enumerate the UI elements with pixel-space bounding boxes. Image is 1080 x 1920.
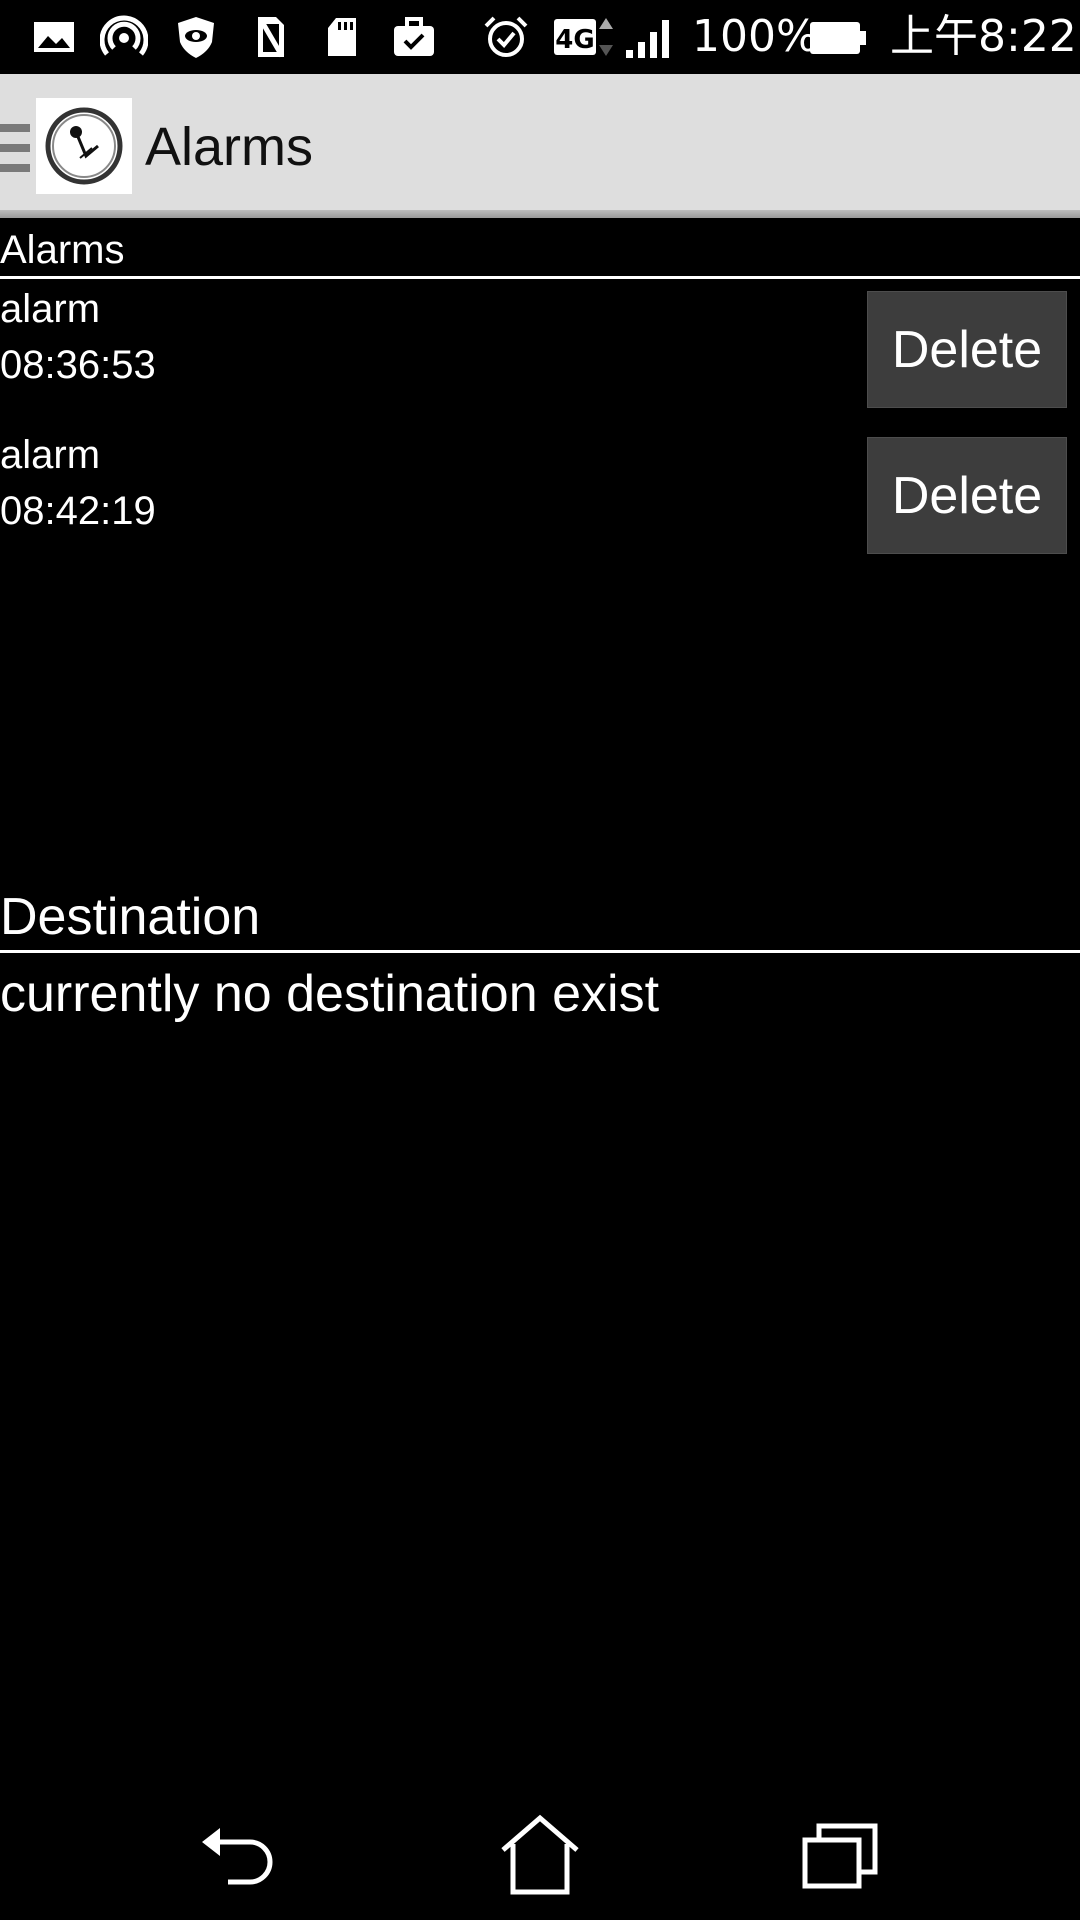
delete-alarm-button[interactable]: Delete [867, 291, 1067, 408]
action-bar-shadow [0, 210, 1080, 218]
alarm-list-item: alarm 08:42:19 Delete [0, 429, 1080, 554]
destination-divider [0, 950, 1080, 953]
destination-empty-message: currently no destination exist [0, 965, 660, 1023]
alarm-time: 08:42:19 [0, 489, 156, 533]
delete-alarm-button[interactable]: Delete [867, 437, 1067, 554]
alarms-divider [0, 276, 1080, 279]
alarms-section-header: Alarms [0, 228, 125, 272]
no-sim-icon [246, 14, 294, 60]
battery-icon [808, 14, 868, 60]
menu-icon[interactable] [0, 124, 30, 172]
status-bar: 4G 100% 上午8:22 [0, 0, 1080, 74]
navigation-bar [0, 1770, 1080, 1920]
network-4g-label: 4G [555, 25, 594, 55]
alarm-time: 08:36:53 [0, 343, 156, 387]
clock-logo-icon[interactable] [36, 98, 132, 194]
destination-section-header: Destination [0, 888, 261, 946]
shield-eye-icon [172, 14, 220, 60]
gallery-icon [30, 14, 78, 60]
battery-percent: 100% [692, 11, 818, 62]
recents-icon[interactable] [795, 1810, 885, 1900]
page-title: Alarms [145, 117, 314, 177]
alarm-clock-icon [482, 14, 530, 60]
clock-time: 上午8:22 [890, 11, 1077, 62]
network-4g-icon: 4G [552, 14, 622, 60]
alarm-list-item: alarm 08:36:53 Delete [0, 283, 1080, 408]
alarm-name: alarm [0, 287, 101, 331]
sd-card-icon [318, 14, 366, 60]
briefcase-check-icon [390, 14, 438, 60]
alarm-name: alarm [0, 433, 101, 477]
hotspot-icon [100, 14, 148, 60]
signal-icon [624, 14, 680, 60]
back-icon[interactable] [194, 1810, 284, 1900]
home-icon[interactable] [495, 1810, 585, 1900]
